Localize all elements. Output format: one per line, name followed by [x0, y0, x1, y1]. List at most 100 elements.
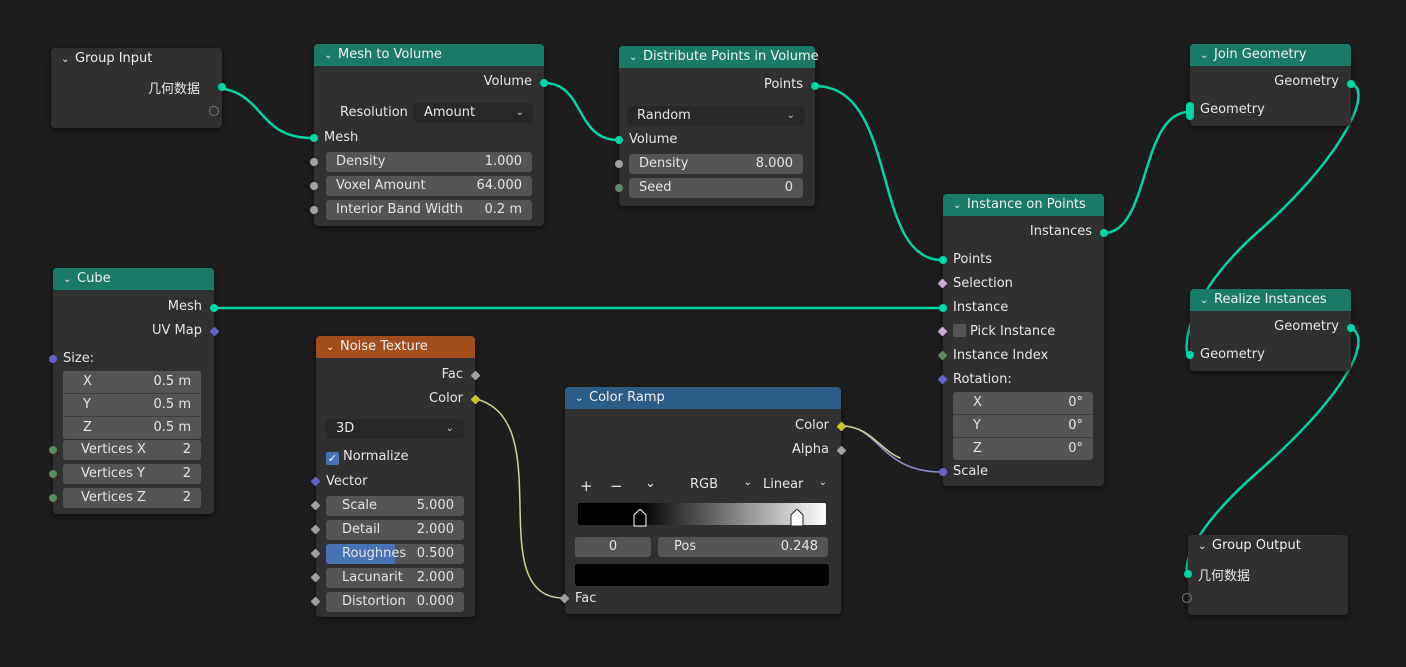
node-group-input[interactable]: ⌄ Group Input 几何数据: [51, 48, 226, 128]
node-realize-instances[interactable]: ⌄ Realize Instances Geometry Geometry: [1186, 289, 1355, 371]
vertices-x-field[interactable]: Vertices X 2: [63, 440, 201, 460]
node-header[interactable]: ⌄ Distribute Points in Volume: [619, 46, 819, 69]
chevron-down-icon[interactable]: ⌄: [953, 195, 967, 217]
geometry-multi-input-socket[interactable]: [1186, 102, 1194, 120]
band-input-socket[interactable]: [310, 206, 318, 214]
size-input-socket[interactable]: [49, 355, 57, 363]
size-z-field[interactable]: Z 0.5 m: [63, 417, 201, 439]
remove-stop-button[interactable]: −: [610, 477, 623, 495]
mesh-input-socket[interactable]: [310, 134, 318, 142]
geometry-input-socket[interactable]: [1186, 351, 1194, 359]
node-header[interactable]: ⌄ Mesh to Volume: [314, 44, 544, 66]
normalize-checkbox[interactable]: ✓ Normalize: [326, 449, 408, 465]
vertices-y-input-socket[interactable]: [49, 470, 57, 478]
mode-dropdown[interactable]: Random ⌄: [627, 106, 805, 126]
stop-position-field[interactable]: Pos 0.248: [658, 537, 828, 557]
lacunarity-field[interactable]: Lacunarit 2.000: [326, 568, 464, 588]
node-header[interactable]: ⌄ Realize Instances: [1190, 289, 1351, 311]
color-mode-dropdown[interactable]: RGB ⌄: [690, 477, 752, 492]
node-header[interactable]: ⌄ Cube: [53, 268, 214, 290]
rotation-x-field[interactable]: X 0°: [953, 392, 1093, 415]
size-x-field[interactable]: X 0.5 m: [63, 371, 201, 394]
distortion-value: 0.000: [416, 594, 454, 609]
seed-input-socket[interactable]: [615, 184, 623, 192]
node-join-geometry[interactable]: ⌄ Join Geometry Geometry Geometry: [1186, 44, 1355, 126]
checkbox-unchecked-icon[interactable]: [953, 324, 966, 337]
resolution-dropdown[interactable]: Amount ⌄: [414, 103, 534, 123]
rotation-y-field[interactable]: Y 0°: [953, 415, 1093, 438]
points-input-socket[interactable]: [939, 256, 947, 264]
stop-color-swatch[interactable]: [575, 564, 829, 586]
detail-field[interactable]: Detail 2.000: [326, 520, 464, 540]
density-field[interactable]: Density 8.000: [629, 154, 803, 174]
ramp-stop-white[interactable]: [790, 509, 804, 527]
geometry-input-socket[interactable]: [1184, 570, 1192, 578]
node-header[interactable]: ⌄ Group Input: [51, 48, 222, 70]
size-vector-field[interactable]: X 0.5 m Y 0.5 m Z 0.5 m: [63, 371, 201, 439]
voxel-input-socket[interactable]: [310, 182, 318, 190]
node-header[interactable]: ⌄ Color Ramp: [565, 387, 841, 409]
stop-index-field[interactable]: 0: [575, 537, 651, 557]
node-header[interactable]: ⌄ Instance on Points: [943, 194, 1104, 216]
node-instance-on-points[interactable]: ⌄ Instance on Points Instances Points Sel…: [937, 194, 1108, 486]
scale-input-socket[interactable]: [939, 468, 947, 476]
interior-band-field[interactable]: Interior Band Width 0.2 m: [326, 200, 532, 220]
node-distribute-points[interactable]: ⌄ Distribute Points in Volume Points Rand…: [615, 46, 819, 206]
node-cube[interactable]: ⌄ Cube Mesh UV Map Size: X 0.5 m Y 0.5 m Z 0…: [49, 268, 220, 514]
dimensions-dropdown[interactable]: 3D ⌄: [326, 419, 464, 439]
size-y-field[interactable]: Y 0.5 m: [63, 394, 201, 417]
pick-instance-checkbox[interactable]: Pick Instance: [953, 324, 1055, 339]
node-color-ramp[interactable]: ⌄ Color Ramp Color Alpha + − ⌄ RGB ⌄ Linea…: [559, 387, 847, 614]
chevron-down-icon[interactable]: ⌄: [61, 49, 75, 71]
node-mesh-to-volume[interactable]: ⌄ Mesh to Volume Volume Resolution Amount…: [310, 44, 548, 226]
chevron-down-icon[interactable]: ⌄: [1198, 536, 1212, 558]
node-header[interactable]: ⌄ Group Output: [1188, 535, 1348, 557]
vertices-y-field[interactable]: Vertices Y 2: [63, 464, 201, 484]
checkmark-icon[interactable]: ✓: [326, 452, 339, 465]
chevron-down-icon[interactable]: ⌄: [1200, 290, 1214, 312]
interpolation-dropdown[interactable]: Linear ⌄: [763, 477, 827, 492]
instance-input-socket[interactable]: [939, 304, 947, 312]
chevron-down-icon[interactable]: ⌄: [1200, 45, 1214, 67]
chevron-down-icon[interactable]: ⌄: [629, 47, 643, 69]
rotation-z-field[interactable]: Z 0°: [953, 438, 1093, 460]
size-z-value: 0.5 m: [153, 420, 191, 435]
ramp-stop-black[interactable]: [633, 509, 647, 527]
density-field[interactable]: Density 1.000: [326, 152, 532, 172]
node-group-output[interactable]: ⌄ Group Output 几何数据: [1182, 535, 1348, 615]
scale-field[interactable]: Scale 5.000: [326, 496, 464, 516]
voxel-amount-field[interactable]: Voxel Amount 64.000: [326, 176, 532, 196]
points-output-socket[interactable]: [811, 82, 819, 90]
dimensions-value: 3D: [336, 421, 355, 436]
density-input-socket[interactable]: [615, 160, 623, 168]
rotation-y-value: 0°: [1068, 418, 1083, 433]
node-title: Noise Texture: [340, 339, 428, 354]
vertices-z-input-socket[interactable]: [49, 494, 57, 502]
mesh-output-socket[interactable]: [210, 304, 218, 312]
geometry-output-socket[interactable]: [218, 83, 226, 91]
empty-output-socket[interactable]: [209, 106, 219, 116]
chevron-down-icon[interactable]: ⌄: [575, 388, 589, 410]
chevron-down-icon[interactable]: ⌄: [63, 269, 77, 291]
node-header[interactable]: ⌄ Join Geometry: [1190, 44, 1351, 66]
vertices-x-input-socket[interactable]: [49, 446, 57, 454]
add-stop-button[interactable]: +: [580, 477, 593, 495]
color-ramp-gradient[interactable]: [578, 503, 826, 525]
empty-input-socket[interactable]: [1182, 593, 1192, 603]
density-input-socket[interactable]: [310, 158, 318, 166]
geometry-output-socket[interactable]: [1347, 80, 1355, 88]
distortion-field[interactable]: Distortion 0.000: [326, 592, 464, 612]
chevron-down-icon[interactable]: ⌄: [326, 337, 340, 359]
node-header[interactable]: ⌄ Noise Texture: [316, 336, 475, 358]
rotation-vector-field[interactable]: X 0° Y 0° Z 0°: [953, 392, 1093, 460]
instances-output-socket[interactable]: [1100, 229, 1108, 237]
seed-field[interactable]: Seed 0: [629, 178, 803, 198]
roughness-field[interactable]: Roughnes 0.500: [326, 544, 464, 564]
geometry-output-socket[interactable]: [1347, 324, 1355, 332]
ramp-menu-button[interactable]: ⌄: [645, 476, 656, 491]
chevron-down-icon[interactable]: ⌄: [324, 45, 338, 67]
volume-output-socket[interactable]: [540, 79, 548, 87]
node-noise-texture[interactable]: ⌄ Noise Texture Fac Color 3D ⌄ ✓ Normalize …: [310, 336, 481, 617]
volume-input-socket[interactable]: [615, 136, 623, 144]
vertices-z-field[interactable]: Vertices Z 2: [63, 488, 201, 508]
